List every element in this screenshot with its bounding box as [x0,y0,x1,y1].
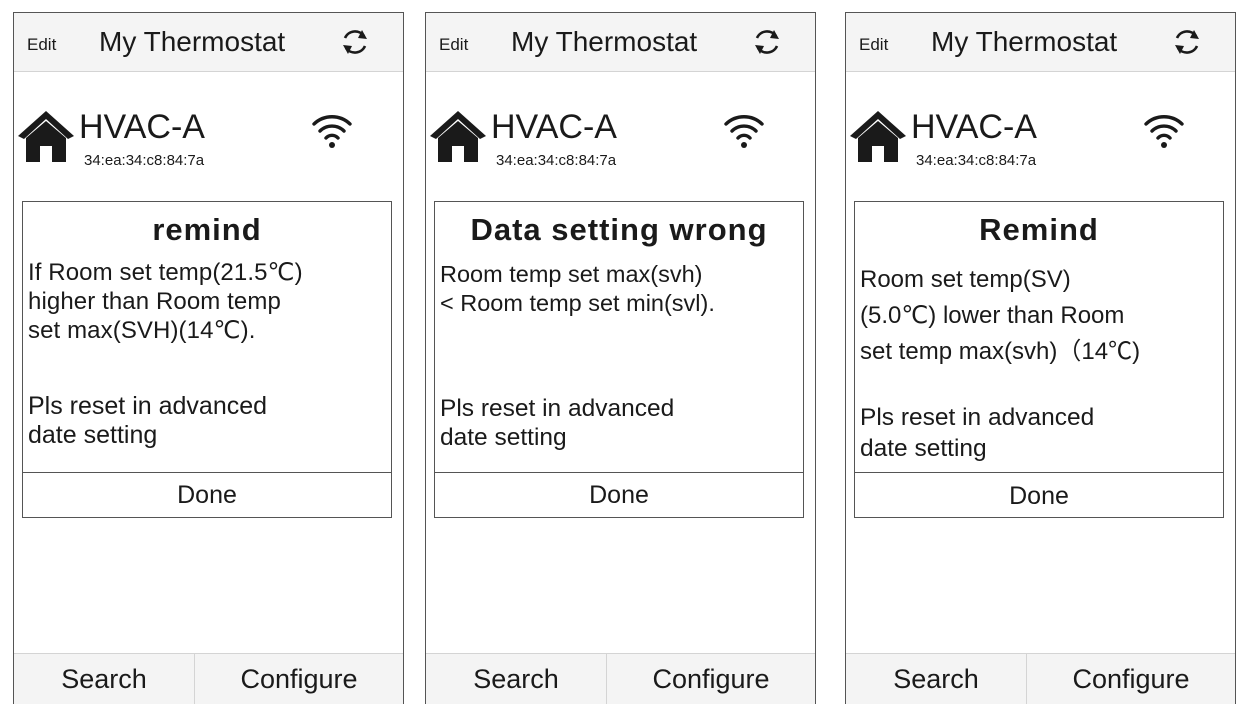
home-icon [850,111,906,162]
edit-button[interactable]: Edit [27,35,56,55]
footer-bar: Search Configure [846,653,1235,704]
remind-dialog: Remind Room set temp(SV) (5.0℃) lower th… [854,201,1224,518]
configure-button[interactable]: Configure [195,654,403,704]
device-mac-address: 34:ea:34:c8:84:7a [84,152,205,169]
wifi-icon [312,115,352,148]
home-icon [18,111,74,162]
dialog-reset-note: Pls reset in advanced date setting [440,395,675,451]
page-title: My Thermostat [99,26,286,57]
done-button[interactable]: Done [23,473,391,517]
search-button[interactable]: Search [846,654,1026,704]
thermostat-screen-2: Edit My Thermostat HVAC-A 34:ea:34:c8:84… [425,12,816,704]
device-mac-address: 34:ea:34:c8:84:7a [496,152,617,169]
page-title: My Thermostat [511,26,698,57]
search-button[interactable]: Search [14,654,194,704]
thermostat-screen-1: Edit My Thermostat HVAC-A 34:ea:34:c8:84… [13,12,404,704]
configure-button[interactable]: Configure [607,654,815,704]
header-bar: Edit My Thermostat [14,13,403,72]
footer-bar: Search Configure [426,653,815,704]
device-mac-address: 34:ea:34:c8:84:7a [916,152,1037,169]
search-button[interactable]: Search [426,654,606,704]
header-bar: Edit My Thermostat [846,13,1235,72]
error-dialog: Data setting wrong Room temp set max(svh… [434,201,804,518]
device-name: HVAC-A [911,108,1037,146]
edit-button[interactable]: Edit [439,35,468,55]
dialog-message: Room temp set max(svh) < Room temp set m… [440,261,715,316]
refresh-icon[interactable] [752,27,782,57]
device-name: HVAC-A [491,108,617,146]
dialog-reset-note: Pls reset in advanced date setting [28,392,268,449]
device-name: HVAC-A [79,108,205,146]
dialog-reset-note: Pls reset in advanced date setting [860,404,1095,462]
header-bar: Edit My Thermostat [426,13,815,72]
page-title: My Thermostat [931,26,1118,57]
dialog-title: Data setting wrong [470,212,768,247]
configure-button[interactable]: Configure [1027,654,1235,704]
remind-dialog: remind If Room set temp(21.5℃) higher th… [22,201,392,518]
refresh-icon[interactable] [340,27,370,57]
refresh-icon[interactable] [1172,27,1202,57]
edit-button[interactable]: Edit [859,35,888,55]
dialog-title: Remind [979,212,1099,247]
home-icon [430,111,486,162]
done-button[interactable]: Done [855,474,1223,518]
dialog-divider [855,472,1223,473]
footer-bar: Search Configure [14,653,403,704]
thermostat-screen-3: Edit My Thermostat HVAC-A 34:ea:34:c8:84… [845,12,1236,704]
done-button[interactable]: Done [435,473,803,517]
dialog-message: Room set temp(SV) (5.0℃) lower than Room… [860,266,1141,365]
wifi-icon [724,115,764,148]
dialog-title: remind [152,212,262,247]
dialog-message: If Room set temp(21.5℃) higher than Room… [28,259,303,344]
wifi-icon [1144,115,1184,148]
